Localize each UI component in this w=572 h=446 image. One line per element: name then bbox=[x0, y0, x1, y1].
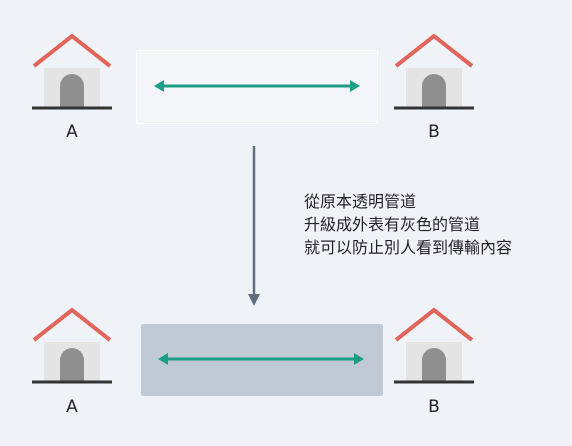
house-a-bottom-icon bbox=[32, 307, 112, 384]
double-arrow-bottom-icon bbox=[158, 353, 364, 365]
house-a-top-icon bbox=[32, 33, 112, 110]
caption: 從原本透明管道 升級成外表有灰色的管道 就可以防止別人看到傳輸內容 bbox=[304, 190, 512, 259]
house-b-bottom-icon bbox=[394, 307, 474, 384]
caption-line-1: 從原本透明管道 bbox=[304, 192, 417, 211]
node-b-top-label: B bbox=[428, 122, 440, 142]
caption-line-2: 升級成外表有灰色的管道 bbox=[304, 215, 481, 234]
double-arrow-top-icon bbox=[154, 80, 360, 92]
node-a-top-label: A bbox=[66, 122, 78, 142]
down-arrow-icon bbox=[248, 146, 260, 306]
node-a-bottom-label: A bbox=[66, 397, 78, 417]
diagram: A B 從原本透明管道 升級成外表有灰色的管道 就可以防止別人看到傳輸內容 A bbox=[0, 0, 572, 446]
house-b-top-icon bbox=[394, 33, 474, 110]
node-b-bottom-label: B bbox=[428, 397, 440, 417]
caption-line-3: 就可以防止別人看到傳輸內容 bbox=[304, 238, 513, 257]
